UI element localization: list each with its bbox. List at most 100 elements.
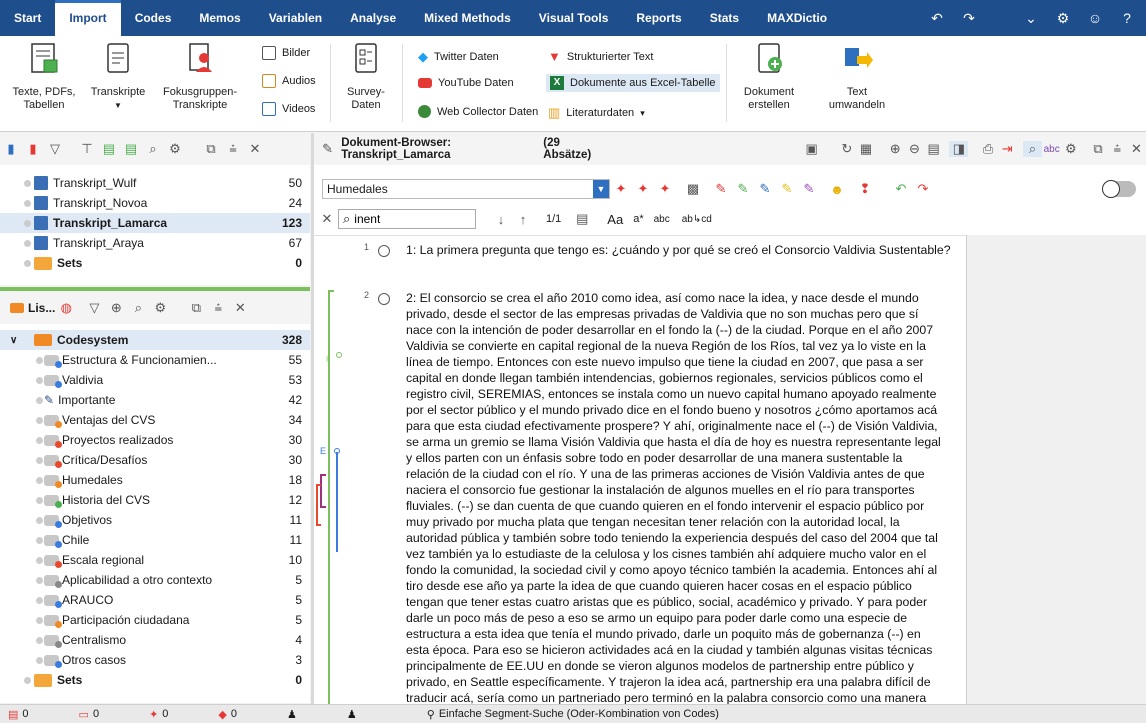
document-row[interactable]: Transkript_Araya 67 bbox=[0, 233, 310, 253]
code-row[interactable]: Historia del CVS 12 bbox=[0, 490, 310, 510]
status-search-mode[interactable]: ⚲ Einfache Segment-Suche (Oder-Kombinatio… bbox=[427, 708, 719, 721]
coding-stripe[interactable] bbox=[320, 474, 322, 508]
filter-icon[interactable]: ▽ bbox=[83, 300, 105, 316]
code-row[interactable]: Participación ciudadana 5 bbox=[0, 610, 310, 630]
code-select[interactable]: Humedales ▼ bbox=[322, 179, 610, 199]
survey-button[interactable]: Survey- Daten bbox=[338, 42, 394, 112]
status-codes[interactable]: ▭ 0 bbox=[79, 708, 100, 721]
redo-icon[interactable]: ↷ bbox=[960, 10, 978, 27]
close-icon[interactable]: ✕ bbox=[229, 300, 251, 316]
highlight-blue-icon[interactable]: ✎ bbox=[754, 181, 776, 197]
twitter-button[interactable]: ◆ Twitter Daten bbox=[418, 49, 499, 65]
collapse-icon[interactable]: ⩮ bbox=[1108, 141, 1127, 157]
code-row[interactable]: ✎ Importante 42 bbox=[0, 390, 310, 410]
clock-icon[interactable] bbox=[378, 293, 390, 305]
highlight-red-icon[interactable]: ✎ bbox=[710, 181, 732, 197]
code-row[interactable]: Estructura & Funcionamien... 55 bbox=[0, 350, 310, 370]
gear-icon[interactable]: ⚙ bbox=[1054, 10, 1072, 27]
videos-button[interactable]: Videos bbox=[262, 102, 315, 116]
smiley-icon[interactable]: ☺ bbox=[1086, 10, 1104, 26]
search-input[interactable] bbox=[354, 212, 455, 226]
search-icon[interactable]: ⌕ bbox=[127, 300, 149, 316]
highlight-green-icon[interactable]: ✎ bbox=[732, 181, 754, 197]
paragraph-text[interactable]: 1: La primera pregunta que tengo es: ¿cu… bbox=[406, 242, 966, 258]
menu-item-maxdictio[interactable]: MAXDictio bbox=[753, 0, 841, 36]
images-button[interactable]: Bilder bbox=[262, 46, 310, 60]
sets-row[interactable]: Sets 0 bbox=[0, 253, 310, 273]
refresh-icon[interactable]: ↻ bbox=[837, 141, 856, 157]
undo-icon[interactable]: ↶ bbox=[928, 10, 946, 27]
whole-word-icon[interactable]: abc bbox=[654, 214, 670, 225]
codesystem-root-row[interactable]: ∨ Codesystem 328 bbox=[0, 330, 310, 350]
spellcheck-icon[interactable]: abc bbox=[1042, 144, 1061, 155]
emoticode-icon[interactable]: ☻ bbox=[826, 182, 848, 197]
zoom-out-icon[interactable]: ⊖ bbox=[905, 141, 924, 157]
document-row[interactable]: Transkript_Novoa 24 bbox=[0, 193, 310, 213]
document-text-area[interactable]: ⊦ E 1 1: La primera pregunta que tengo e… bbox=[314, 235, 966, 721]
structured-text-button[interactable]: ▼ Strukturierter Text bbox=[548, 49, 653, 64]
focus-group-button[interactable]: Fokusgruppen- Transkripte bbox=[155, 42, 245, 112]
close-icon[interactable]: ✕ bbox=[316, 211, 338, 227]
create-document-button[interactable]: Dokument erstellen bbox=[734, 42, 804, 112]
document-row[interactable]: Transkript_Lamarca 123 bbox=[0, 213, 310, 233]
arrow-up-icon[interactable]: ↑ bbox=[512, 212, 534, 227]
close-icon[interactable]: ✕ bbox=[1127, 141, 1146, 157]
menu-item-mixed-methods[interactable]: Mixed Methods bbox=[410, 0, 525, 36]
literature-button[interactable]: ▥ Literaturdaten ▾ bbox=[548, 105, 645, 121]
code-add-icon[interactable]: ✦ bbox=[632, 181, 654, 197]
status-segments[interactable]: ✦ 0 bbox=[149, 708, 168, 721]
code-row[interactable]: Valdivia 53 bbox=[0, 370, 310, 390]
web-collector-button[interactable]: Web Collector Daten bbox=[418, 105, 538, 118]
import-texts-button[interactable]: Texte, PDFs, Tabellen bbox=[6, 42, 82, 112]
search-results-icon[interactable]: ▤ bbox=[571, 211, 593, 227]
convert-text-button[interactable]: Text umwandeln bbox=[822, 42, 892, 112]
audios-button[interactable]: Audios bbox=[262, 74, 316, 88]
symbol-icon[interactable]: ❢ bbox=[854, 181, 876, 197]
highlight-yellow-icon[interactable]: ✎ bbox=[776, 181, 798, 197]
search-icon[interactable]: ⌕ bbox=[1022, 141, 1043, 157]
code-row[interactable]: Ventajas del CVS 34 bbox=[0, 410, 310, 430]
code-sets-row[interactable]: Sets 0 bbox=[0, 670, 310, 690]
in-vivo-icon[interactable]: ▩ bbox=[682, 181, 704, 197]
new-code-icon[interactable]: ⊕ bbox=[105, 300, 127, 316]
menu-item-stats[interactable]: Stats bbox=[696, 0, 753, 36]
print-icon[interactable]: ⎙ bbox=[978, 141, 997, 157]
menu-item-import[interactable]: Import bbox=[55, 0, 121, 36]
document-row[interactable]: Transkript_Wulf 50 bbox=[0, 173, 310, 193]
code-row[interactable]: Crítica/Desafíos 30 bbox=[0, 450, 310, 470]
chevron-down-icon[interactable]: ⌄ bbox=[1022, 10, 1040, 27]
undock-icon[interactable]: ⧉ bbox=[185, 300, 207, 316]
help-icon[interactable]: ? bbox=[1118, 10, 1136, 26]
zoom-fit-icon[interactable]: ▤ bbox=[924, 141, 943, 157]
arrow-down-icon[interactable]: ↓ bbox=[490, 212, 512, 227]
code-row[interactable]: Objetivos 11 bbox=[0, 510, 310, 530]
code-row[interactable]: Escala regional 10 bbox=[0, 550, 310, 570]
highlight-purple-icon[interactable]: ✎ bbox=[798, 181, 820, 197]
status-documents[interactable]: ▤ 0 bbox=[8, 708, 29, 721]
code-row[interactable]: Proyectos realizados 30 bbox=[0, 430, 310, 450]
menu-item-reports[interactable]: Reports bbox=[622, 0, 695, 36]
documents-icon[interactable]: ▮ bbox=[0, 141, 22, 157]
memo-column[interactable] bbox=[966, 235, 1146, 704]
menu-item-variablen[interactable]: Variablen bbox=[255, 0, 336, 36]
code-row[interactable]: Aplicabilidad a otro contexto 5 bbox=[0, 570, 310, 590]
code-icon[interactable]: ✦ bbox=[610, 181, 632, 197]
code-row[interactable]: ARAUCO 5 bbox=[0, 590, 310, 610]
side-panel-icon[interactable]: ◨ bbox=[949, 141, 969, 157]
edit-mode-toggle[interactable] bbox=[1102, 180, 1136, 198]
coding-stripe[interactable] bbox=[316, 484, 318, 526]
edit-icon[interactable]: ✎ bbox=[318, 141, 337, 157]
excel-documents-button[interactable]: X Dokumente aus Excel-Tabelle bbox=[546, 74, 720, 92]
tree-row-partial[interactable] bbox=[34, 153, 310, 173]
gear-icon[interactable]: ⚙ bbox=[1061, 141, 1080, 157]
code-remove-icon[interactable]: ✦ bbox=[654, 181, 676, 197]
paragraph-text[interactable]: 2: El consorcio se crea el año 2010 como… bbox=[406, 290, 966, 722]
export-icon[interactable]: ⇥ bbox=[998, 141, 1017, 157]
undock-icon[interactable]: ⧉ bbox=[1088, 141, 1107, 157]
match-case-icon[interactable]: Aa bbox=[607, 212, 623, 227]
coding-stripe[interactable] bbox=[328, 290, 330, 705]
youtube-button[interactable]: YouTube Daten bbox=[418, 77, 514, 89]
chevron-down-icon[interactable]: ∨ bbox=[0, 335, 34, 346]
status-weights[interactable]: ◆ 0 bbox=[218, 708, 237, 721]
replace-icon[interactable]: ab↳cd bbox=[682, 214, 712, 225]
